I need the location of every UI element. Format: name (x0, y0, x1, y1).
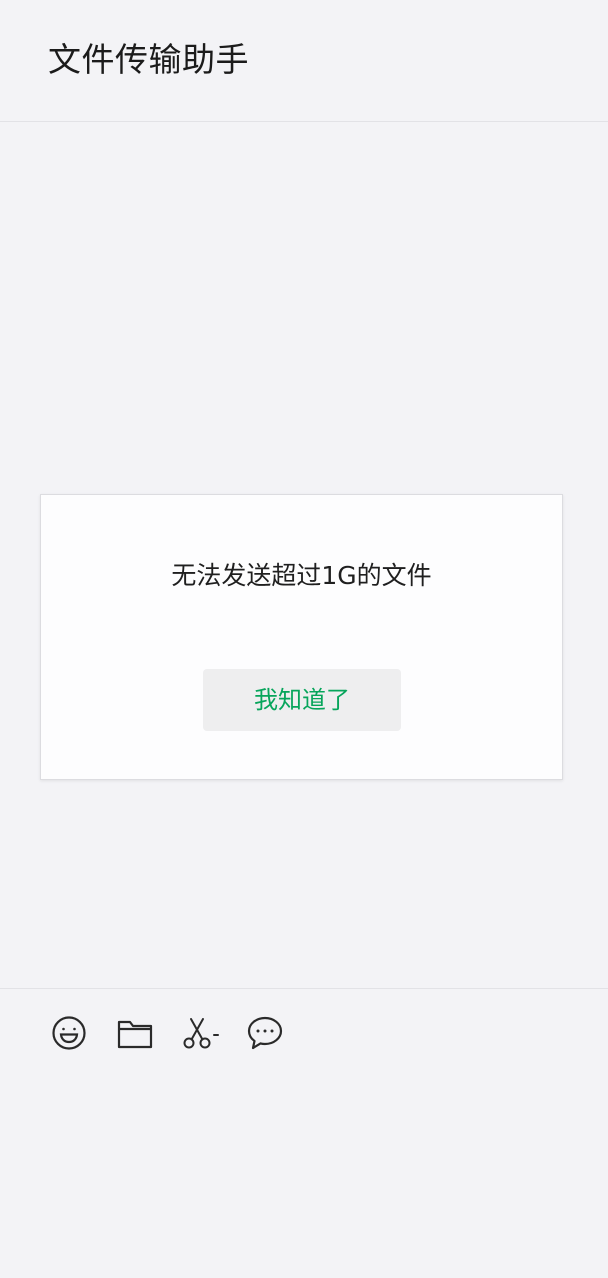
confirm-button[interactable]: 我知道了 (203, 669, 401, 731)
message-input[interactable] (0, 1079, 608, 1278)
chat-header: 文件传输助手 (0, 0, 608, 122)
input-toolbar (0, 989, 608, 1079)
folder-icon[interactable] (115, 1013, 155, 1053)
chat-bubble-icon[interactable] (245, 1013, 285, 1053)
alert-dialog: 无法发送超过1G的文件 我知道了 (40, 494, 563, 780)
scissors-icon[interactable] (180, 1013, 220, 1053)
dialog-message: 无法发送超过1G的文件 (171, 561, 432, 590)
emoji-icon[interactable] (49, 1013, 89, 1053)
chat-title: 文件传输助手 (48, 40, 249, 79)
chat-window: 文件传输助手 无法发送超过1G的文件 我知道了 (0, 0, 608, 1278)
